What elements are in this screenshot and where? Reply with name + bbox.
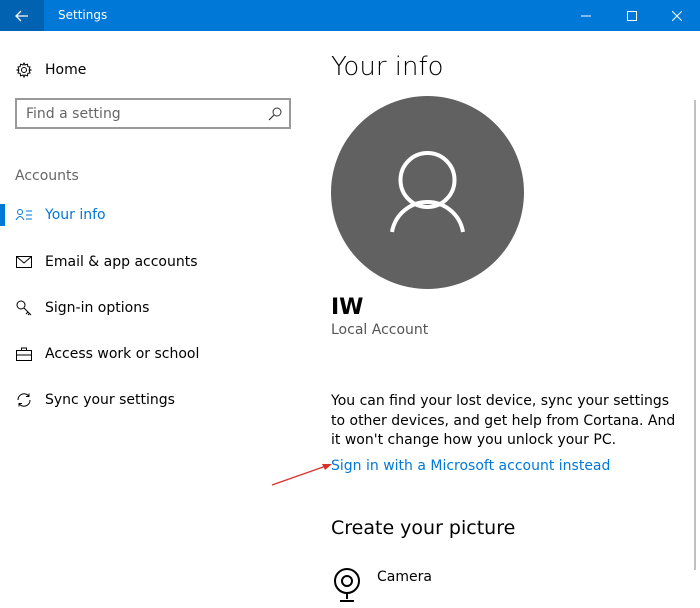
- create-picture-heading: Create your picture: [331, 517, 516, 539]
- sign-in-microsoft-link[interactable]: Sign in with a Microsoft account instead: [331, 458, 610, 474]
- sidebar-item-label: Sync your settings: [45, 392, 175, 408]
- sidebar-item-sign-in-options[interactable]: Sign-in options: [15, 296, 149, 320]
- sidebar-item-label: Sign-in options: [45, 300, 150, 316]
- info-text: You can find your lost device, sync your…: [331, 393, 676, 448]
- camera-icon: [334, 568, 360, 602]
- mail-icon: [15, 253, 33, 271]
- accounts-section-label: Accounts: [15, 168, 79, 184]
- sidebar-item-label: Access work or school: [45, 346, 200, 362]
- home-nav-item[interactable]: Home: [15, 60, 86, 80]
- title-bar: Settings: [0, 0, 700, 31]
- gear-icon: [15, 61, 33, 79]
- person-card-icon: [15, 206, 33, 224]
- home-label: Home: [45, 62, 87, 78]
- sidebar-item-label: Your info: [45, 207, 106, 223]
- camera-option[interactable]: Camera: [331, 567, 432, 603]
- search-input[interactable]: [17, 100, 266, 127]
- minimize-button[interactable]: [563, 0, 609, 31]
- annotation-arrow-icon: [271, 464, 332, 486]
- sidebar-item-sync-settings[interactable]: Sync your settings: [15, 388, 175, 412]
- back-arrow-icon: [15, 10, 28, 21]
- window-title: Settings: [58, 8, 108, 22]
- account-type: Local Account: [331, 322, 429, 338]
- camera-label: Camera: [377, 569, 432, 585]
- person-icon: [390, 151, 465, 233]
- user-name: IW: [331, 295, 364, 320]
- search-box[interactable]: [15, 98, 291, 129]
- scrollbar[interactable]: [694, 100, 696, 570]
- briefcase-icon: [15, 345, 33, 363]
- sidebar-item-access-work-school[interactable]: Access work or school: [15, 342, 199, 366]
- avatar[interactable]: [331, 96, 524, 289]
- minimize-icon: [581, 15, 591, 16]
- sync-icon: [15, 391, 33, 409]
- maximize-button[interactable]: [609, 0, 655, 31]
- maximize-icon: [627, 10, 637, 21]
- sidebar-item-label: Email & app accounts: [45, 254, 198, 270]
- selected-indicator: [0, 204, 5, 226]
- sidebar-item-email-app-accounts[interactable]: Email & app accounts: [15, 250, 198, 274]
- page-title: Your info: [331, 52, 444, 82]
- close-icon: [672, 10, 682, 21]
- key-icon: [15, 299, 33, 317]
- back-button[interactable]: [0, 0, 44, 31]
- close-button[interactable]: [654, 0, 700, 31]
- sidebar-item-your-info[interactable]: Your info: [15, 203, 106, 227]
- search-icon[interactable]: [267, 106, 283, 122]
